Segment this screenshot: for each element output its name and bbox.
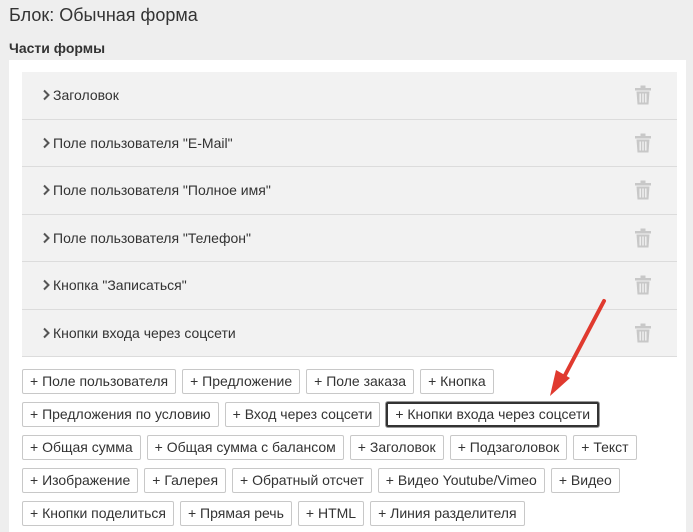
add-html-button[interactable]: + HTML	[297, 501, 365, 526]
form-parts-list: Заголовок Поле пользователя "E-Mail" Пол…	[22, 72, 677, 357]
add-offer-button[interactable]: + Предложение	[182, 369, 301, 394]
add-total-sum-button[interactable]: + Общая сумма	[22, 435, 141, 460]
chevron-right-icon[interactable]	[40, 327, 52, 339]
page-title: Блок: Обычная форма	[9, 5, 198, 25]
trash-icon[interactable]	[635, 180, 651, 200]
add-buttons-row: + Поле пользователя + Предложение + Поле…	[22, 369, 682, 394]
add-buttons-row: + Кнопки поделиться + Прямая речь + HTML…	[22, 501, 682, 526]
add-buttons-row: + Предложения по условию + Вход через со…	[22, 402, 682, 427]
add-subheading-button[interactable]: + Подзаголовок	[449, 435, 568, 460]
chevron-right-icon[interactable]	[40, 232, 52, 244]
trash-icon[interactable]	[635, 275, 651, 295]
chevron-right-icon[interactable]	[40, 89, 52, 101]
form-part-label: Поле пользователя "Телефон"	[53, 229, 251, 246]
trash-icon[interactable]	[635, 228, 651, 248]
form-part-row[interactable]: Кнопки входа через соцсети	[22, 309, 677, 357]
form-part-row[interactable]: Поле пользователя "Телефон"	[22, 214, 677, 262]
add-divider-button[interactable]: + Линия разделителя	[370, 501, 525, 526]
form-part-label: Заголовок	[53, 87, 119, 104]
add-user-field-button[interactable]: + Поле пользователя	[22, 369, 177, 394]
section-title: Части формы	[9, 40, 106, 56]
add-youtube-vimeo-button[interactable]: + Видео Youtube/Vimeo	[377, 468, 545, 493]
add-quote-button[interactable]: + Прямая речь	[179, 501, 292, 526]
form-part-label: Поле пользователя "E-Mail"	[53, 134, 233, 151]
add-share-buttons-button[interactable]: + Кнопки поделиться	[22, 501, 174, 526]
add-gallery-button[interactable]: + Галерея	[144, 468, 227, 493]
add-order-field-button[interactable]: + Поле заказа	[306, 369, 415, 394]
form-part-label: Кнопки входа через соцсети	[53, 324, 236, 341]
trash-icon[interactable]	[635, 323, 651, 343]
add-text-button[interactable]: + Текст	[573, 435, 637, 460]
form-part-row[interactable]: Поле пользователя "E-Mail"	[22, 119, 677, 167]
add-image-button[interactable]: + Изображение	[22, 468, 139, 493]
add-countdown-button[interactable]: + Обратный отсчет	[232, 468, 372, 493]
form-part-row[interactable]: Заголовок	[22, 72, 677, 120]
chevron-right-icon[interactable]	[40, 184, 52, 196]
chevron-right-icon[interactable]	[40, 279, 52, 291]
chevron-right-icon[interactable]	[40, 137, 52, 149]
add-buttons-row: + Изображение + Галерея + Обратный отсче…	[22, 468, 682, 493]
add-social-login-button[interactable]: + Вход через соцсети	[224, 402, 381, 427]
add-button-button[interactable]: + Кнопка	[420, 369, 494, 394]
form-part-label: Кнопка "Записаться"	[53, 277, 187, 294]
add-total-with-balance-button[interactable]: + Общая сумма с балансом	[146, 435, 344, 460]
form-part-row[interactable]: Кнопка "Записаться"	[22, 262, 677, 310]
add-social-login-buttons-button[interactable]: + Кнопки входа через соцсети	[386, 402, 600, 427]
trash-icon[interactable]	[635, 133, 651, 153]
add-heading-button[interactable]: + Заголовок	[349, 435, 444, 460]
add-buttons-row: + Общая сумма + Общая сумма с балансом +…	[22, 435, 682, 460]
add-conditional-offers-button[interactable]: + Предложения по условию	[22, 402, 219, 427]
add-part-buttons: + Поле пользователя + Предложение + Поле…	[22, 369, 682, 532]
add-video-button[interactable]: + Видео	[550, 468, 620, 493]
trash-icon[interactable]	[635, 85, 651, 105]
form-part-row[interactable]: Поле пользователя "Полное имя"	[22, 167, 677, 215]
form-part-label: Поле пользователя "Полное имя"	[53, 182, 271, 199]
